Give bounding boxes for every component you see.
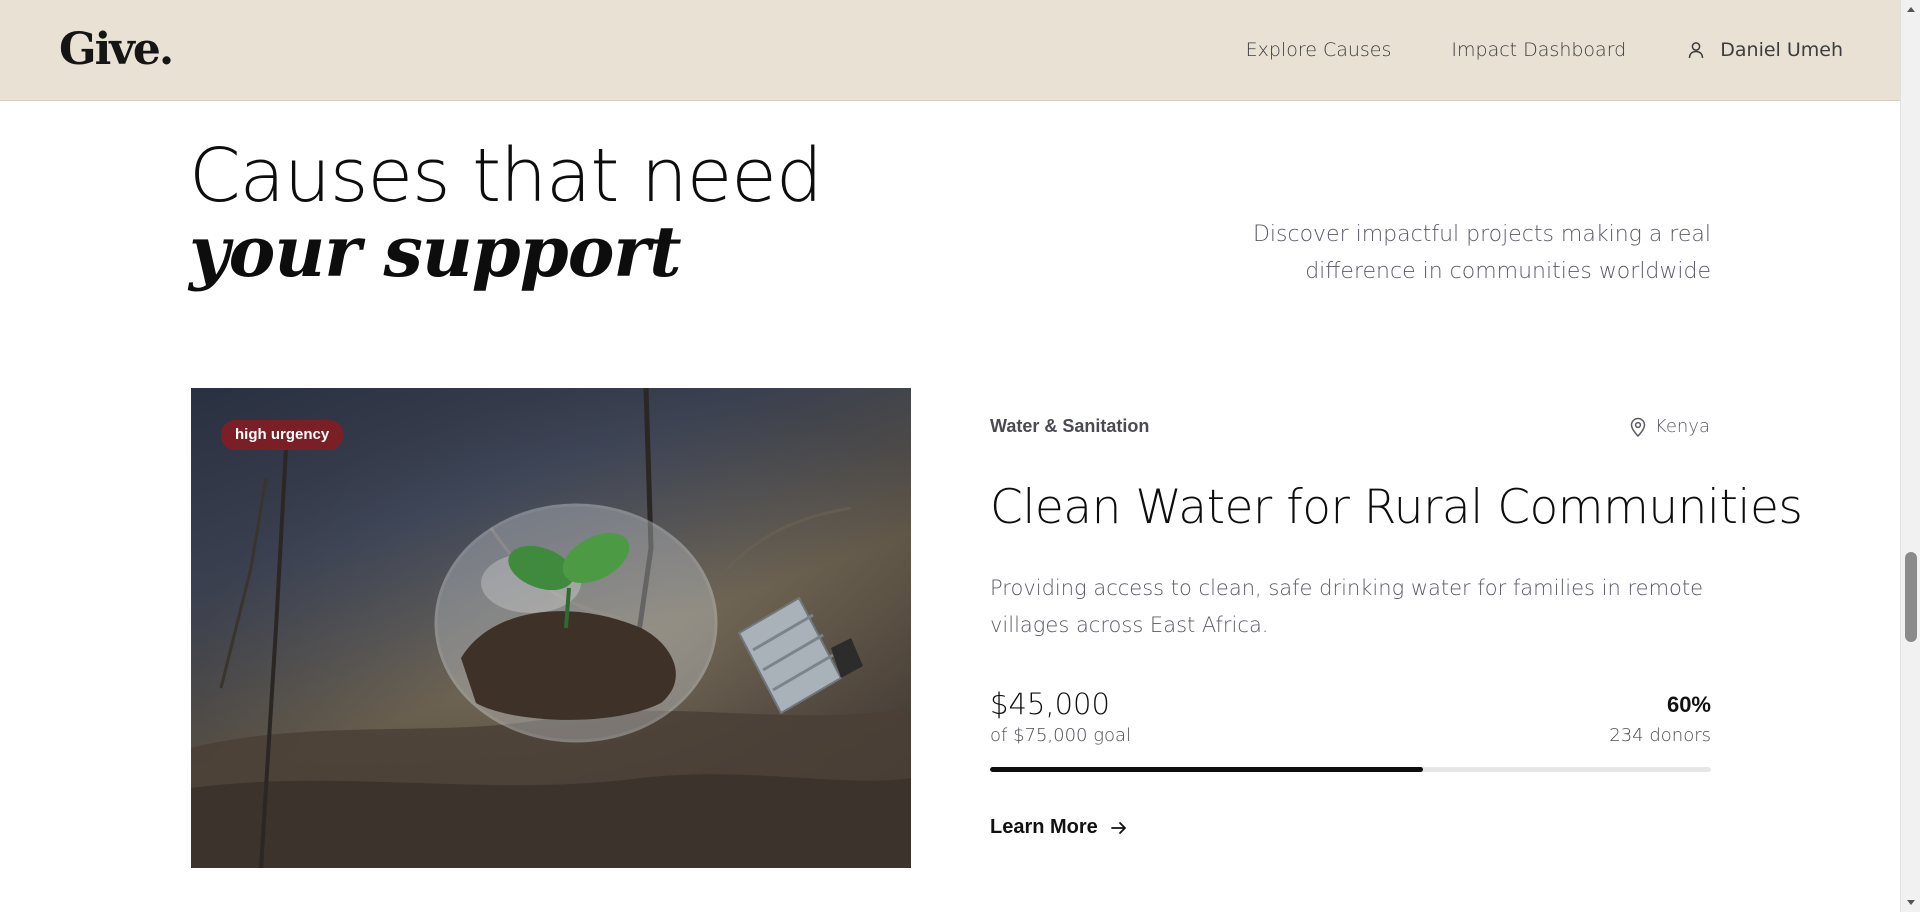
learn-more-label: Learn More — [990, 816, 1098, 838]
lightbulb-plant-illustration — [191, 388, 911, 868]
user-menu[interactable]: Daniel Umeh — [1686, 38, 1843, 62]
page-subtitle: Discover impactful projects making a rea… — [1252, 222, 1711, 284]
cause-image[interactable]: high urgency — [191, 388, 911, 868]
amount-raised: $45,000 — [990, 687, 1110, 721]
nav-explore-causes[interactable]: Explore Causes — [1246, 38, 1392, 62]
top-navigation-bar: Give. Explore Causes Impact Dashboard Da… — [0, 0, 1900, 101]
chevron-up-icon — [1907, 7, 1915, 12]
urgency-badge: high urgency — [221, 420, 344, 450]
funding-progress-fill — [990, 767, 1423, 772]
page-scrollbar[interactable] — [1900, 0, 1920, 912]
logo[interactable]: Give. — [59, 24, 174, 76]
page-title-line2: your support — [189, 210, 682, 293]
page-title-line1: Causes that need — [189, 133, 823, 219]
arrow-right-icon — [1110, 821, 1126, 834]
cause-title[interactable]: Clean Water for Rural Communities — [990, 480, 1803, 536]
scrollbar-thumb[interactable] — [1905, 552, 1917, 642]
funding-progress-bar — [990, 767, 1711, 772]
user-icon — [1689, 42, 1704, 59]
user-name: Daniel Umeh — [1720, 39, 1843, 61]
scroll-up-button[interactable] — [1901, 0, 1920, 18]
cause-description: Providing access to clean, safe drinking… — [990, 576, 1704, 637]
scroll-down-button[interactable] — [1901, 894, 1920, 912]
funded-percent: 60% — [1666, 692, 1711, 717]
funding-goal: of $75,000 goal — [990, 725, 1132, 746]
cause-location: Kenya — [1629, 416, 1710, 437]
cause-category: Water & Sanitation — [990, 416, 1150, 436]
location-text: Kenya — [1654, 416, 1710, 437]
chevron-down-icon — [1907, 900, 1915, 905]
main-nav: Explore Causes Impact Dashboard Daniel U… — [1186, 38, 1843, 62]
page: Give. Explore Causes Impact Dashboard Da… — [0, 0, 1920, 912]
donor-count: 234 donors — [1609, 725, 1711, 746]
nav-impact-dashboard[interactable]: Impact Dashboard — [1451, 38, 1626, 62]
learn-more-button[interactable]: Learn More — [990, 816, 1128, 839]
map-pin-icon — [1630, 417, 1646, 437]
